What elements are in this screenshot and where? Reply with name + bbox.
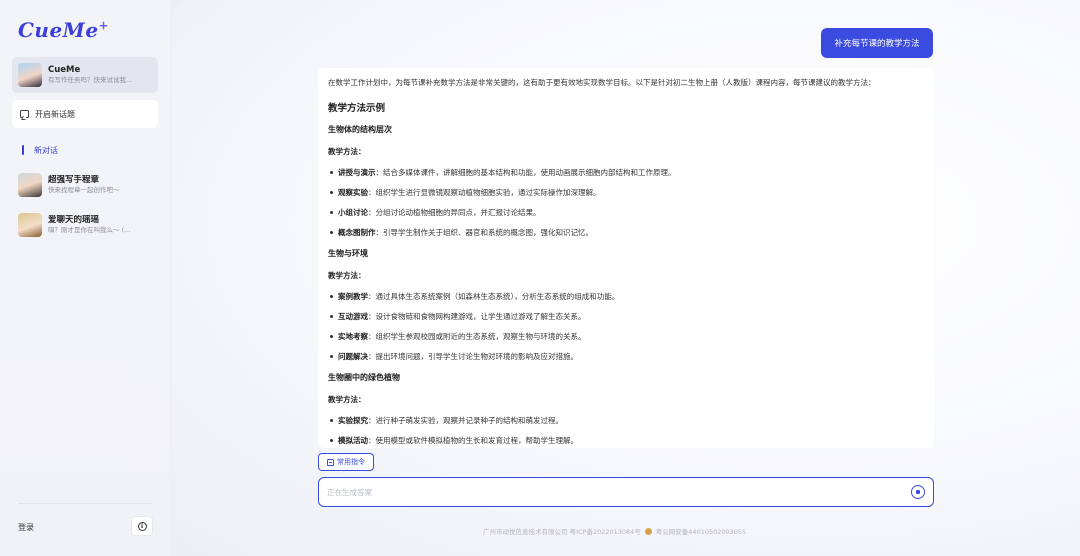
agent-subtitle: 有写作任务吗？快来试试我...	[48, 76, 133, 84]
section-label: 教学方法：	[328, 147, 366, 156]
section-title: 生物圈中的绿色植物	[328, 373, 400, 382]
commands-label: 常用指令	[337, 458, 365, 466]
agent-card-cueme[interactable]: CueMe 有写作任务吗？快来试试我...	[12, 57, 158, 93]
list-item: 实验探究：进行种子萌发实验，观察并记录种子的结构和萌发过程。	[328, 416, 924, 425]
list-item: 讲授与演示：结合多媒体课件，讲解细胞的基本结构和功能，使用动画展示细胞内部结构和…	[328, 168, 924, 177]
chatter-avatar	[18, 213, 42, 237]
list-item: 案例教学：通过具体生态系统案例（如森林生态系统），分析生态系统的组成和功能。	[328, 292, 924, 301]
section-label: 教学方法：	[328, 271, 366, 280]
footer-company[interactable]: 广州市动悦信息技术有限公司 粤ICP备2022013084号	[483, 526, 641, 536]
common-commands-button[interactable]: 常用指令	[318, 453, 374, 471]
footer: 广州市动悦信息技术有限公司 粤ICP备2022013084号 粤公网安备4401…	[483, 526, 746, 536]
info-button[interactable]: i	[131, 516, 153, 536]
conversation-label: 新对话	[34, 145, 58, 155]
list-item: 概念图制作：引导学生制作关于组织、器官和系统的概念图，强化知识记忆。	[328, 228, 924, 237]
agent-avatar	[18, 63, 42, 87]
answer-intro: 在数学工作计划中，为每节课补充数学方法是非常关键的，这有助于更有效地实现数学目标…	[328, 78, 876, 87]
sidebar-divider	[18, 503, 152, 504]
history-subtitle: 快来找程章一起创作吧～	[48, 186, 120, 194]
history-item-writer[interactable]: 超强写手程章 快来找程章一起创作吧～	[18, 172, 158, 198]
chat-input[interactable]	[327, 487, 911, 497]
list-item: 小组讨论：分组讨论动植物细胞的异同点，并汇报讨论结果。	[328, 208, 924, 217]
section-label: 教学方法：	[328, 395, 366, 404]
section-title: 生物与环境	[328, 249, 368, 258]
new-chat-icon	[20, 110, 29, 118]
app-logo[interactable]: CueMe+	[18, 18, 109, 42]
list-item: 互动游戏：设计食物链和食物网构建游戏，让学生通过游戏了解生态关系。	[328, 312, 924, 321]
new-topic-button[interactable]: 开启新话题	[12, 100, 158, 128]
section-title: 生物体的结构层次	[328, 125, 392, 134]
chat-input-box[interactable]	[318, 477, 934, 507]
login-link[interactable]: 登录	[18, 522, 34, 533]
commands-icon	[327, 458, 334, 466]
history-item-chatter[interactable]: 爱聊天的瑶瑶 嗨？刚才是你在叫我么～ (...	[18, 212, 158, 238]
answer-heading: 教学方法示例	[328, 103, 386, 114]
stop-generation-button[interactable]	[911, 485, 925, 499]
sidebar: CueMe+ CueMe 有写作任务吗？快来试试我... 开启新话题 新对话 超…	[0, 0, 170, 556]
logo-star: +	[98, 18, 110, 33]
assistant-answer: 在数学工作计划中，为每节课补充数学方法是非常关键的，这有助于更有效地实现数学目标…	[318, 68, 934, 448]
list-item: 观察实验：组织学生进行显微镜观察动植物细胞实验，通过实际操作加深理解。	[328, 188, 924, 197]
conversation-item-active[interactable]: 新对话	[22, 144, 58, 156]
info-icon: i	[137, 521, 147, 531]
list-item: 实地考察：组织学生参观校园或附近的生态系统，观察生物与环境的关系。	[328, 332, 924, 341]
new-topic-label: 开启新话题	[35, 109, 75, 119]
footer-police[interactable]: 粤公网安备44010502003055	[656, 526, 746, 536]
writer-avatar	[18, 173, 42, 197]
police-badge-icon	[644, 527, 652, 535]
logo-text: CueMe	[18, 18, 99, 42]
list-item: 问题解决：提出环境问题，引导学生讨论生物对环境的影响及应对措施。	[328, 352, 924, 361]
stop-icon	[916, 490, 920, 494]
agent-name: CueMe	[48, 65, 81, 75]
list-item: 模拟活动：使用模型或软件模拟植物的生长和发育过程，帮助学生理解。	[328, 436, 924, 445]
history-title: 超强写手程章	[48, 175, 100, 185]
history-subtitle: 嗨？刚才是你在叫我么～ (...	[48, 226, 131, 234]
active-indicator	[22, 145, 24, 155]
history-title: 爱聊天的瑶瑶	[48, 215, 100, 225]
user-message-bubble: 补充每节课的教学方法	[821, 28, 933, 58]
